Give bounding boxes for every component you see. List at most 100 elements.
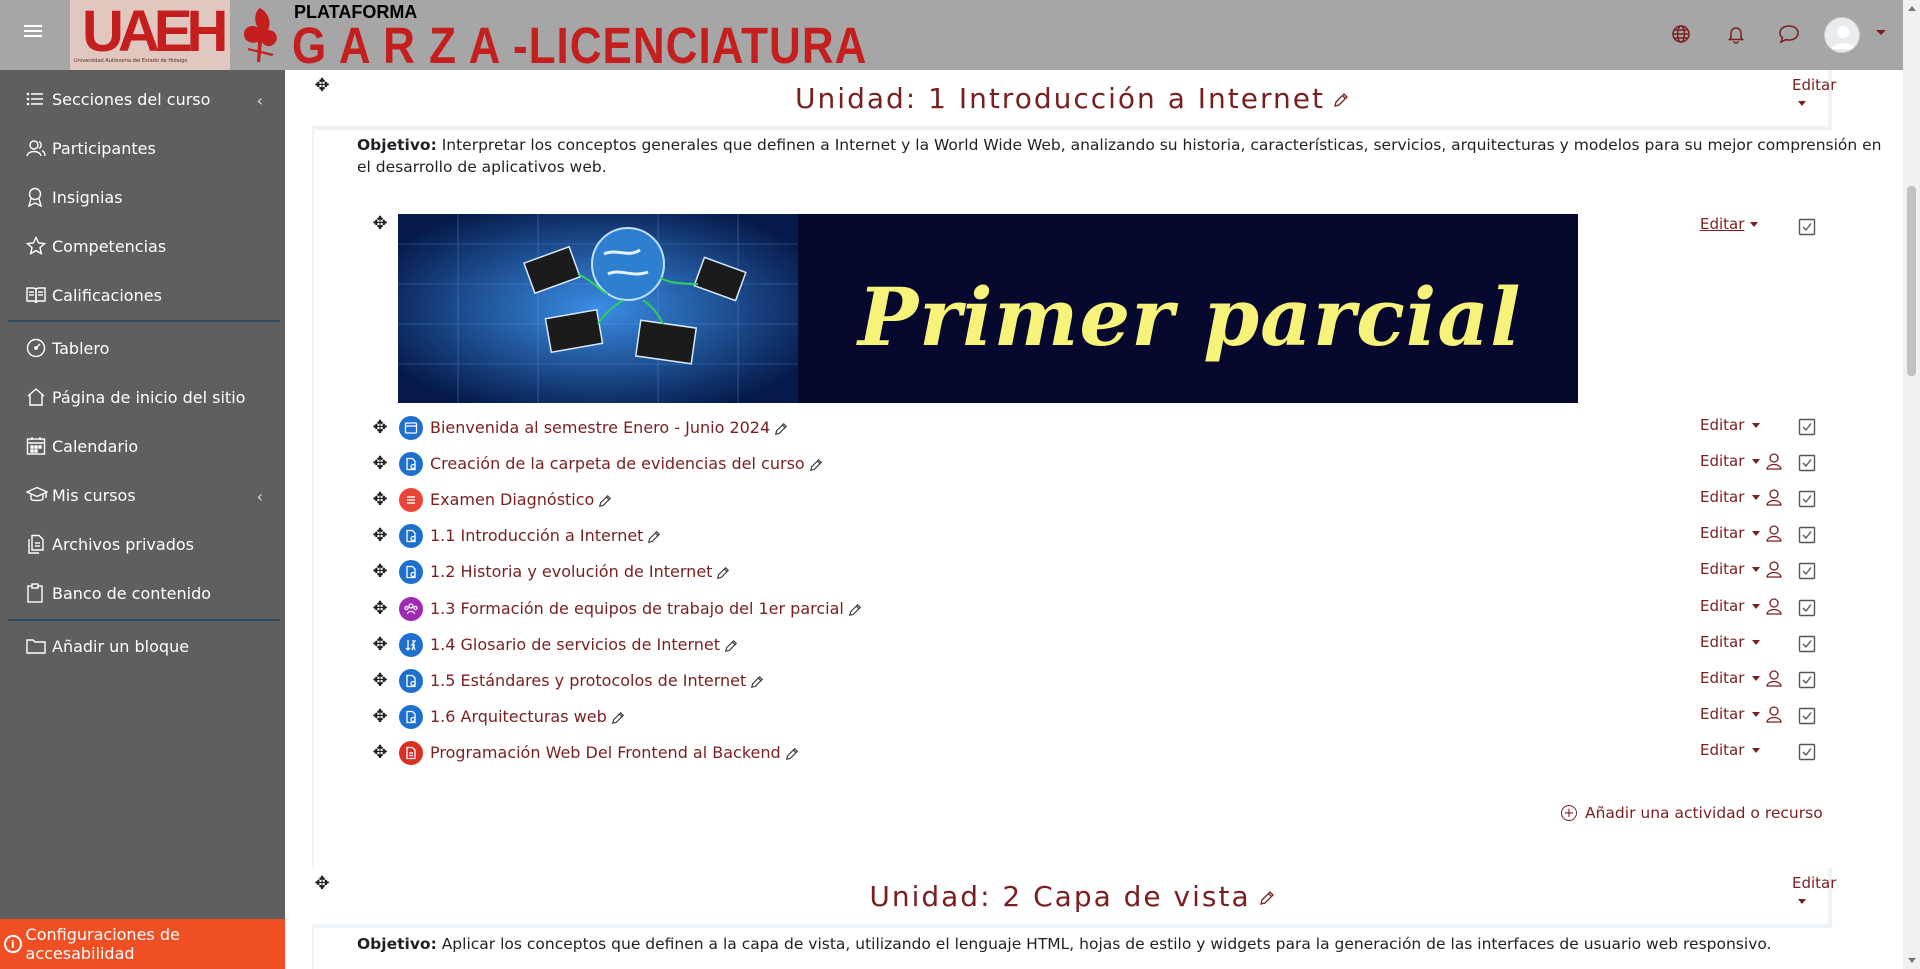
glossary-icon [399,633,423,657]
activity-link[interactable]: 1.6 Arquitecturas web [430,707,625,726]
banner-edit-menu[interactable]: Editar [1700,215,1759,233]
activity-row: ✥ 1.1 Introducción a Internet Editar [285,518,1903,554]
user-avatar[interactable] [1824,17,1860,53]
sidebar-item-banco-contenido[interactable]: Banco de contenido [0,573,285,613]
user-restriction-icon[interactable] [1765,524,1783,542]
activity-link[interactable]: 1.5 Estándares y protocolos de Internet [430,671,764,690]
activity-edit-menu[interactable]: Editar [1700,669,1761,687]
scroll-down-icon[interactable] [1908,958,1916,963]
pencil-edit-icon[interactable] [848,603,862,617]
pencil-edit-icon[interactable] [750,675,764,689]
activity-link[interactable]: 1.1 Introducción a Internet [430,526,661,545]
completion-checkbox-icon[interactable] [1798,418,1816,436]
activity-name: 1.1 Introducción a Internet [430,526,644,545]
sidebar-item-insignias[interactable]: Insignias [0,177,285,217]
graduation-cap-icon [26,483,50,507]
user-restriction-icon[interactable] [1765,452,1783,470]
sidebar-item-inicio-sitio[interactable]: Página de inicio del sitio [0,377,285,417]
completion-checkbox-icon[interactable] [1798,526,1816,544]
chevron-left-icon[interactable]: ‹ [257,91,263,110]
user-restriction-icon[interactable] [1765,705,1783,723]
activity-link[interactable]: 1.3 Formación de equipos de trabajo del … [430,599,862,618]
section-edit-menu[interactable]: Editar [1792,874,1836,910]
sidebar-item-competencias[interactable]: Competencias [0,226,285,266]
language-globe-icon[interactable] [1669,22,1693,46]
pencil-edit-icon[interactable] [809,458,823,472]
completion-checkbox-icon[interactable] [1798,454,1816,472]
pencil-edit-icon[interactable] [724,639,738,653]
move-icon[interactable]: ✥ [370,635,390,655]
section-header-unidad-2: ✥ Unidad: 2 Capa de vista Editar [312,868,1836,928]
activity-link[interactable]: 1.2 Historia y evolución de Internet [430,562,730,581]
vertical-scrollbar[interactable] [1903,0,1920,969]
pencil-edit-icon[interactable] [1259,890,1275,906]
completion-checkbox-icon[interactable] [1798,562,1816,580]
chevron-left-icon[interactable]: ‹ [257,487,263,506]
add-activity-button[interactable]: + Añadir una actividad o recurso [1561,804,1823,822]
uaeh-logo-subtext: Universidad Autónoma del Estado de Hidal… [74,58,188,64]
pencil-edit-icon[interactable] [647,530,661,544]
sidebar-item-label: Tablero [52,338,110,358]
completion-checkbox-icon[interactable] [1798,599,1816,617]
sidebar-item-archivos-privados[interactable]: Archivos privados [0,524,285,564]
move-icon[interactable]: ✥ [370,671,390,691]
user-restriction-icon[interactable] [1765,560,1783,578]
user-restriction-icon[interactable] [1765,488,1783,506]
move-icon[interactable]: ✥ [370,454,390,474]
activity-link[interactable]: 1.4 Glosario de servicios de Internet [430,635,738,654]
activity-edit-menu[interactable]: Editar [1700,452,1761,470]
activity-link[interactable]: Programación Web Del Frontend al Backend [430,743,799,762]
user-restriction-icon[interactable] [1765,597,1783,615]
activity-edit-menu[interactable]: Editar [1700,488,1761,506]
messages-bubble-icon[interactable] [1777,22,1801,46]
completion-checkbox-icon[interactable] [1798,743,1816,761]
pencil-edit-icon[interactable] [774,422,788,436]
pencil-edit-icon[interactable] [598,494,612,508]
completion-checkbox-icon[interactable] [1798,218,1816,236]
site-brand[interactable]: UAEH Universidad Autónoma del Estado de … [70,0,866,74]
user-restriction-icon[interactable] [1765,669,1783,687]
section-edit-menu[interactable]: Editar [1792,76,1836,112]
activity-edit-menu[interactable]: Editar [1700,633,1761,651]
activity-link[interactable]: Examen Diagnóstico [430,490,612,509]
pencil-edit-icon[interactable] [611,711,625,725]
move-icon[interactable]: ✥ [370,490,390,510]
scroll-up-icon[interactable] [1908,6,1916,11]
sidebar-item-anadir-bloque[interactable]: Añadir un bloque [0,626,285,666]
sidebar-item-participantes[interactable]: Participantes [0,128,285,168]
activity-name: 1.5 Estándares y protocolos de Internet [430,671,747,690]
sidebar-item-secciones[interactable]: Secciones del curso ‹ [0,79,285,119]
move-icon[interactable]: ✥ [370,743,390,763]
move-icon[interactable]: ✥ [370,418,390,438]
sidebar-item-mis-cursos[interactable]: Mis cursos ‹ [0,475,285,515]
sidebar-item-calendario[interactable]: Calendario [0,426,285,466]
activity-link[interactable]: Bienvenida al semestre Enero - Junio 202… [430,418,788,437]
user-menu-caret-icon[interactable] [1876,30,1886,35]
move-icon[interactable]: ✥ [370,526,390,546]
activity-edit-menu[interactable]: Editar [1700,597,1761,615]
activity-edit-menu[interactable]: Editar [1700,741,1761,759]
sidebar-item-tablero[interactable]: Tablero [0,328,285,368]
edit-label: Editar [1700,633,1745,651]
activity-edit-menu[interactable]: Editar [1700,560,1761,578]
activity-edit-menu[interactable]: Editar [1700,524,1761,542]
activity-edit-menu[interactable]: Editar [1700,705,1761,723]
scrollbar-thumb[interactable] [1907,186,1916,376]
move-icon[interactable]: ✥ [370,562,390,582]
pencil-edit-icon[interactable] [785,747,799,761]
sidebar-item-calificaciones[interactable]: Calificaciones [0,275,285,315]
completion-checkbox-icon[interactable] [1798,707,1816,725]
activity-edit-menu[interactable]: Editar [1700,416,1761,434]
move-icon[interactable]: ✥ [370,214,390,234]
hamburger-menu-icon[interactable] [22,22,44,44]
completion-checkbox-icon[interactable] [1798,490,1816,508]
completion-checkbox-icon[interactable] [1798,635,1816,653]
pencil-edit-icon[interactable] [716,566,730,580]
completion-checkbox-icon[interactable] [1798,671,1816,689]
move-icon[interactable]: ✥ [370,707,390,727]
activity-link[interactable]: Creación de la carpeta de evidencias del… [430,454,823,473]
pencil-edit-icon[interactable] [1333,92,1349,108]
notification-bell-icon[interactable] [1724,22,1748,46]
accessibility-settings-button[interactable]: i Configuraciones de accesabilidad [0,919,285,969]
move-icon[interactable]: ✥ [370,599,390,619]
